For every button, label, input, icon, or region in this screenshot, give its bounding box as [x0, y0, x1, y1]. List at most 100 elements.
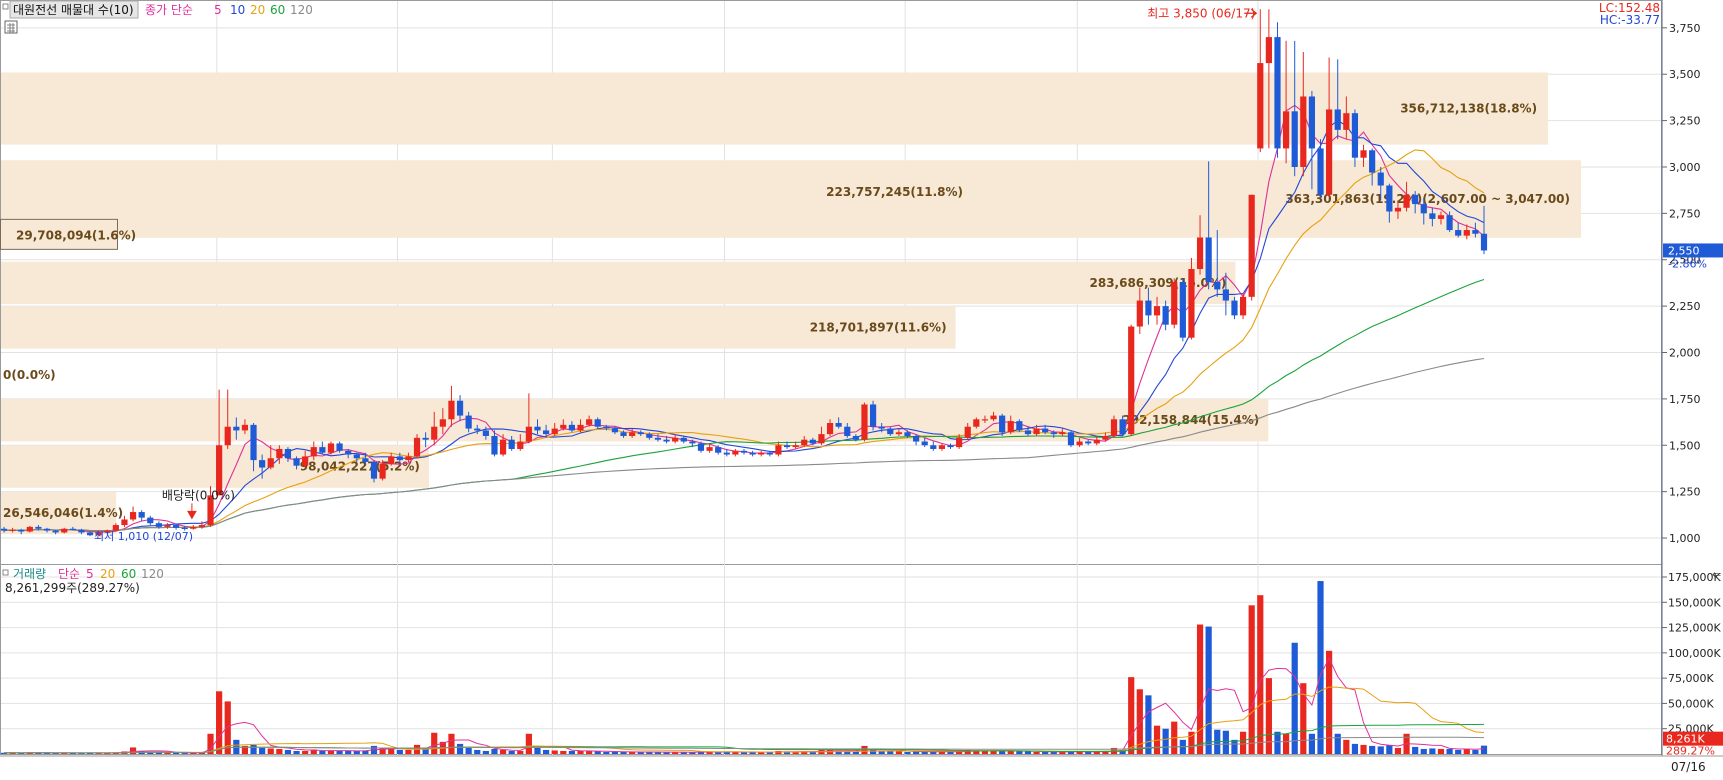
candle-body [869, 404, 877, 427]
candle-body [1334, 109, 1341, 130]
candle-body [783, 445, 791, 448]
volume-bar [990, 750, 997, 754]
candle-body [809, 439, 816, 444]
candle-body [938, 445, 946, 449]
volume-bar [353, 750, 360, 754]
candle-body [1360, 150, 1367, 158]
volume-bar [499, 749, 507, 754]
candle-body [568, 424, 576, 431]
volume-bar [474, 749, 481, 754]
volume-bar [603, 751, 610, 754]
volume-bar [551, 750, 558, 754]
volume-bar [517, 750, 524, 754]
profile-band [1, 261, 1236, 305]
volume-bar [1145, 695, 1152, 754]
candle-body [723, 452, 730, 455]
volume-tick-label: 50,000K [1668, 697, 1714, 710]
candle-body [267, 458, 274, 468]
volume-bar [250, 744, 257, 754]
candle-body [904, 432, 911, 436]
candle-body [766, 452, 773, 455]
candle-body [861, 404, 868, 440]
volume-bar [594, 751, 601, 754]
candle-body [1196, 237, 1204, 270]
profile-band [1, 72, 1549, 145]
candle-body [629, 432, 636, 436]
candle-body [715, 447, 722, 453]
candle-body [172, 525, 180, 528]
candle-body [284, 448, 292, 459]
volume-bar [448, 733, 455, 754]
ma5-period: 5 [214, 3, 222, 17]
profile-label: 223,757,245(11.8%) [826, 185, 963, 199]
collapse-icon[interactable]: ⇐ [1712, 568, 1721, 581]
candle-body [1257, 63, 1264, 149]
candle-body [973, 419, 980, 427]
volume-bar [172, 752, 180, 754]
candle-body [1145, 300, 1152, 316]
stock-name: 대원전선 매물대 수(10) [13, 3, 134, 17]
candle-body [1171, 282, 1178, 325]
ma60-period: 60 [270, 3, 285, 17]
volume-bar [1334, 733, 1341, 754]
candle-body [482, 430, 489, 436]
price-tick-label: 1,250 [1669, 486, 1701, 499]
volume-bar [534, 747, 541, 754]
candle-body [947, 445, 954, 448]
candle-body [61, 528, 68, 533]
candle-body [1446, 215, 1453, 231]
candle-body [1265, 37, 1272, 64]
candle-body [1067, 432, 1075, 446]
candle-body [792, 445, 799, 448]
candle-body [422, 437, 429, 440]
candle-body [1222, 289, 1229, 301]
volume-bar [1472, 749, 1479, 754]
volume-bar [525, 733, 532, 754]
candle-body [542, 430, 550, 435]
candle-body [52, 530, 59, 533]
candle-body [388, 456, 395, 464]
price-ma-label: 종가 단순 [145, 3, 193, 17]
candle-body [26, 526, 33, 532]
candle-body [826, 423, 834, 435]
candle-body [999, 415, 1006, 433]
candle-body [740, 450, 748, 453]
candle-body [895, 432, 902, 435]
candle-body [319, 447, 326, 453]
volume-bar [1308, 733, 1316, 754]
candle-body [586, 419, 593, 425]
candle-body [611, 428, 619, 433]
price-tick-label: 3,750 [1669, 22, 1701, 35]
profile-label: 26,546,046(1.4%) [3, 506, 123, 520]
candle-body [912, 435, 920, 442]
stock-chart[interactable]: 356,712,138(18.8%) 363,301,863(19.2%)(2,6… [0, 0, 1723, 776]
candle-body [1024, 430, 1032, 435]
candle-body [233, 426, 240, 431]
candle-body [0, 528, 8, 531]
candle-body [439, 419, 446, 427]
volume-bar [542, 749, 550, 754]
profile-label: 29,708,094(1.6%) [16, 228, 136, 242]
profile-label: 356,712,138(18.8%) [1400, 102, 1537, 116]
volume-bar [396, 749, 403, 754]
candle-body [9, 529, 16, 531]
candle-body [1136, 300, 1143, 327]
volume-bar [431, 732, 438, 754]
candle-body [129, 512, 137, 520]
volume-bar [895, 751, 902, 754]
candle-body [499, 439, 507, 455]
candle-body [930, 445, 937, 449]
candle-body [147, 517, 154, 524]
candle-body [1205, 237, 1212, 282]
dividend-annotation: 배당락(0.0%) [162, 488, 235, 502]
candle-body [508, 439, 515, 449]
candle-body [1343, 113, 1350, 130]
profile-label: 98,042,227(5.2%) [300, 460, 420, 474]
volume-bars [0, 581, 1488, 755]
candle-body [1403, 194, 1410, 208]
hc-label: HC:-33.77 [1600, 13, 1660, 27]
volume-bar [1377, 746, 1384, 754]
candle-body [1369, 150, 1376, 173]
candle-body [259, 460, 266, 468]
current-change: -2.86% [1668, 257, 1707, 270]
